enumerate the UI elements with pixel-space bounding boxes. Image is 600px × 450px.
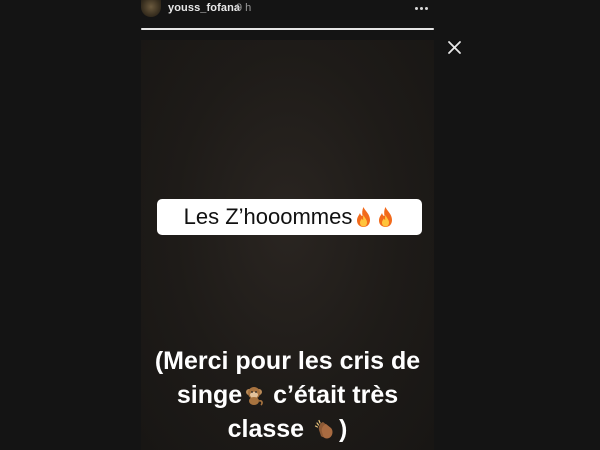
fire-icon xyxy=(376,206,395,228)
close-icon[interactable] xyxy=(446,39,464,57)
story-progress-bar xyxy=(141,28,434,30)
story-header: youss_fofana 9 h xyxy=(0,0,600,22)
story-progress-fill xyxy=(141,28,434,30)
caption-emojis xyxy=(354,206,395,228)
fire-icon xyxy=(354,206,373,228)
message-text: classe xyxy=(227,415,312,443)
story-viewer: youss_fofana 9 h Les Z’hooommes (Merci p… xyxy=(0,0,600,450)
avatar[interactable] xyxy=(141,0,161,17)
message-text: ) xyxy=(339,415,348,443)
message-line-2: singe c’était très xyxy=(141,378,434,412)
monkey-icon xyxy=(243,381,265,406)
message-text: c’était très xyxy=(266,381,399,409)
message-line-3: classe ) xyxy=(141,412,434,446)
more-options-icon[interactable] xyxy=(410,3,432,13)
clapping-hands-icon xyxy=(313,416,337,440)
story-time: 9 h xyxy=(236,2,252,14)
caption-text: Les Z’hooommes xyxy=(183,204,353,229)
message-text: singe xyxy=(176,381,243,409)
username[interactable]: youss_fofana xyxy=(168,2,240,14)
story-message: (Merci pour les cris de singe c’était tr… xyxy=(141,344,434,446)
message-line-1: (Merci pour les cris de xyxy=(154,347,421,375)
caption-sticker: Les Z’hooommes xyxy=(157,199,422,235)
